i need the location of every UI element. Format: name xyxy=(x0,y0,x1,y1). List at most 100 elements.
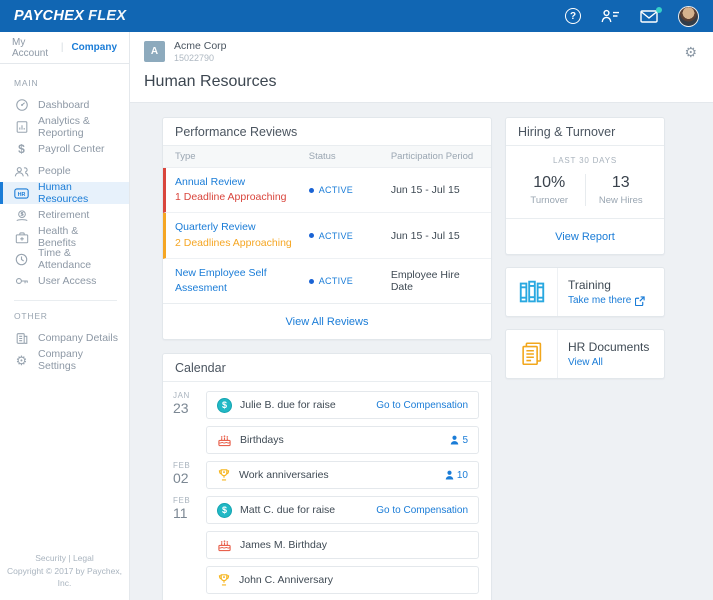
raise-coin-icon: $ xyxy=(217,502,232,518)
hr-documents-title: HR Documents xyxy=(568,340,650,354)
review-type-link[interactable]: Annual Review xyxy=(175,175,309,190)
hr-documents-icon xyxy=(506,330,558,378)
view-all-reviews-link[interactable]: View All Reviews xyxy=(286,316,369,328)
employee-count[interactable]: 5 xyxy=(450,435,468,446)
column-status: Status xyxy=(308,151,336,162)
raise-coin-icon: $ xyxy=(217,397,232,413)
sidebar-item-retirement[interactable]: Retirement xyxy=(0,204,129,226)
key-icon xyxy=(14,275,29,287)
turnover-value: 10% xyxy=(533,174,566,191)
briefcase-cross-icon xyxy=(14,231,29,244)
new-hires-label: New Hires xyxy=(598,195,643,206)
table-row: Quarterly Review 2 Deadlines Approaching… xyxy=(163,213,491,259)
calendar-event[interactable]: $ Matt C. due for raise Go to Compensati… xyxy=(206,496,479,525)
sidebar-item-user-access[interactable]: User Access xyxy=(0,270,129,292)
training-books-icon xyxy=(506,268,558,316)
event-date xyxy=(173,566,206,594)
participation-period: Jun 15 - Jul 15 xyxy=(390,229,460,242)
deadline-alert: 1 Deadline Approaching xyxy=(175,191,287,204)
go-to-compensation-link[interactable]: Go to Compensation xyxy=(376,505,468,516)
clock-icon xyxy=(14,253,29,266)
calendar-event[interactable]: $ Julie B. due for raise Go to Compensat… xyxy=(206,391,479,420)
column-period: Participation Period xyxy=(390,151,474,162)
status-badge: ACTIVE xyxy=(318,230,354,241)
training-title: Training xyxy=(568,278,611,292)
review-type-link[interactable]: New Employee Self Assesment xyxy=(175,266,309,296)
legal-link[interactable]: Legal xyxy=(73,553,94,563)
top-bar: PAYCHEX FLEX ? xyxy=(0,0,713,32)
sidebar-item-company-details[interactable]: Company Details xyxy=(0,327,129,349)
company-name: Acme Corp xyxy=(174,40,227,52)
performance-reviews-title: Performance Reviews xyxy=(163,118,491,146)
company-id: 15022790 xyxy=(174,53,215,64)
birthday-cake-icon xyxy=(217,433,232,447)
review-type-link[interactable]: Quarterly Review xyxy=(175,220,309,235)
account-tabs: My Account | Company xyxy=(0,32,129,64)
svg-text:HR: HR xyxy=(18,192,26,198)
help-icon[interactable]: ? xyxy=(565,8,581,24)
hr-badge-icon: HR xyxy=(14,187,29,200)
event-date: FEB 02 xyxy=(173,461,191,486)
take-me-there-link[interactable]: Take me there xyxy=(568,295,646,306)
training-card: Training Take me there xyxy=(505,267,665,317)
page-title: Human Resources xyxy=(144,73,277,91)
page-settings-gear-icon[interactable]: ⚙ xyxy=(684,44,697,61)
event-date: FEB 11 xyxy=(173,496,191,521)
employee-count[interactable]: 10 xyxy=(445,470,468,481)
tab-my-account[interactable]: My Account xyxy=(12,37,53,59)
event-date xyxy=(173,426,206,454)
calendar-event[interactable]: John C. Anniversary xyxy=(206,566,479,595)
sidebar-item-people[interactable]: People xyxy=(0,160,129,182)
sidebar-item-health-benefits[interactable]: Health & Benefits xyxy=(0,225,129,249)
table-row: New Employee Self Assesment ACTIVE Emplo… xyxy=(163,259,491,303)
main-area: A Acme Corp 15022790 ⚙ Human Resources P… xyxy=(130,32,713,600)
view-report-link[interactable]: View Report xyxy=(555,231,615,243)
nav-divider xyxy=(14,300,117,301)
contacts-icon[interactable] xyxy=(601,9,620,23)
sidebar-item-human-resources[interactable]: HR Human Resources xyxy=(0,181,129,205)
sidebar-item-payroll-center[interactable]: $ Payroll Center xyxy=(0,138,129,160)
sidebar-item-dashboard[interactable]: Dashboard xyxy=(0,94,129,116)
anniversary-trophy-icon xyxy=(217,573,231,587)
calendar-event[interactable]: Birthdays 5 xyxy=(206,426,479,455)
active-status-dot xyxy=(308,233,314,239)
go-to-compensation-link[interactable]: Go to Compensation xyxy=(376,400,468,411)
calendar-card: Calendar JAN 23 $ Julie B. due for raise… xyxy=(162,353,492,600)
performance-reviews-header: Type Status Participation Period xyxy=(163,146,491,168)
tab-company[interactable]: Company xyxy=(71,42,117,53)
user-avatar[interactable] xyxy=(678,5,699,27)
calendar-event[interactable]: Work anniversaries 10 xyxy=(206,461,479,490)
view-all-link[interactable]: View All xyxy=(568,357,649,368)
calendar-event[interactable]: James M. Birthday xyxy=(206,531,479,560)
new-hires-value: 13 xyxy=(611,174,630,191)
sidebar: My Account | Company MAIN Dashboard Anal… xyxy=(0,32,130,600)
retirement-coin-icon xyxy=(14,209,29,222)
content: Performance Reviews Type Status Particip… xyxy=(130,103,713,600)
column-type: Type xyxy=(175,151,196,162)
hiring-turnover-title: Hiring & Turnover xyxy=(506,118,664,146)
mail-icon[interactable] xyxy=(640,6,662,23)
sidebar-item-company-settings[interactable]: ⚙ Company Settings xyxy=(0,348,129,372)
anniversary-trophy-icon xyxy=(217,468,231,482)
dashboard-icon xyxy=(14,98,29,112)
turnover-stat: 10% Turnover xyxy=(514,174,585,206)
performance-reviews-card: Performance Reviews Type Status Particip… xyxy=(162,117,492,341)
company-selector[interactable]: A Acme Corp 15022790 xyxy=(144,40,695,63)
status-badge: ACTIVE xyxy=(318,276,354,287)
security-link[interactable]: Security xyxy=(35,553,66,563)
dollar-icon: $ xyxy=(18,142,25,156)
new-hires-stat: 13 New Hires xyxy=(584,174,657,206)
person-icon xyxy=(445,470,454,480)
sidebar-item-analytics-reporting[interactable]: Analytics & Reporting xyxy=(0,115,129,139)
copyright-text: Copyright © 2017 by Paychex, Inc. xyxy=(7,565,122,589)
deadline-alert: 2 Deadlines Approaching xyxy=(175,236,292,249)
participation-period: Jun 15 - Jul 15 xyxy=(390,184,460,197)
birthday-cake-icon xyxy=(217,538,232,552)
period-label: LAST 30 DAYS xyxy=(553,156,617,165)
sidebar-footer: Security | Legal Copyright © 2017 by Pay… xyxy=(0,552,129,590)
sidebar-nav: MAIN Dashboard Analytics & Reporting $ P… xyxy=(0,64,129,372)
main-header: A Acme Corp 15022790 ⚙ Human Resources xyxy=(130,32,713,103)
event-date: JAN 23 xyxy=(173,391,190,416)
gear-icon: ⚙ xyxy=(15,352,28,368)
sidebar-item-time-attendance[interactable]: Time & Attendance xyxy=(0,247,129,271)
